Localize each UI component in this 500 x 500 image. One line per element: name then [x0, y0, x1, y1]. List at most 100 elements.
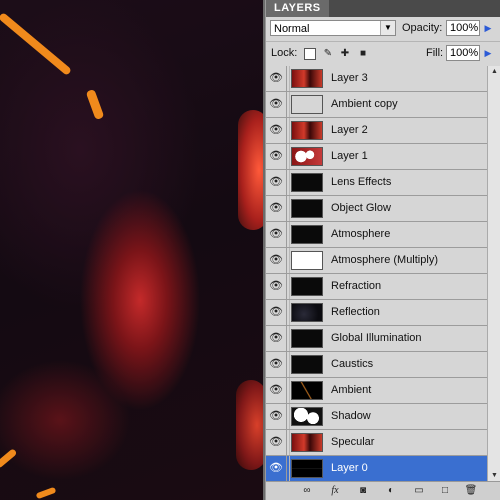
layer-row[interactable]: 👁 Ambient copy — [266, 92, 500, 118]
layer-name: Layer 0 — [331, 462, 368, 474]
layer-link-cell[interactable] — [286, 170, 290, 195]
layer-link-cell[interactable] — [286, 326, 290, 351]
layer-mask-icon[interactable]: ◙ — [356, 484, 370, 498]
lock-all-icon[interactable]: ■ — [357, 48, 369, 60]
layer-row[interactable]: 👁 Layer 1 — [266, 144, 500, 170]
eye-icon[interactable]: 👁 — [266, 222, 287, 247]
lock-label: Lock: — [271, 47, 298, 59]
eye-icon[interactable]: 👁 — [266, 170, 287, 195]
document-canvas[interactable] — [0, 0, 263, 500]
layer-thumbnail — [291, 199, 323, 218]
layer-link-cell[interactable] — [286, 430, 290, 455]
layer-row[interactable]: 👁 Caustics — [266, 352, 500, 378]
layer-row[interactable]: 👁 Atmosphere (Multiply) — [266, 248, 500, 274]
layer-thumbnail — [291, 433, 323, 452]
new-group-icon[interactable]: ▭ — [412, 484, 426, 498]
layer-row[interactable]: 👁 Specular — [266, 430, 500, 456]
eye-icon[interactable]: 👁 — [266, 144, 287, 169]
lock-transparent-pixels-icon[interactable] — [304, 48, 316, 60]
layer-name: Ambient — [331, 384, 372, 396]
layer-thumbnail — [291, 355, 323, 374]
layer-thumbnail — [291, 459, 323, 478]
layer-link-cell[interactable] — [286, 144, 290, 169]
layer-thumbnail — [291, 173, 323, 192]
lock-image-pixels-icon[interactable]: ✎ — [322, 48, 334, 60]
layer-thumbnail — [291, 381, 323, 400]
layer-link-cell[interactable] — [286, 248, 290, 273]
layer-row[interactable]: 👁 Global Illumination — [266, 326, 500, 352]
layer-name: Layer 3 — [331, 72, 368, 84]
layer-link-cell[interactable] — [286, 222, 290, 247]
tab-layers[interactable]: LAYERS — [266, 0, 329, 17]
adjustment-layer-icon[interactable]: ◐ — [384, 484, 398, 498]
layer-link-cell[interactable] — [286, 404, 290, 429]
layer-thumbnail — [291, 251, 323, 270]
layer-row[interactable]: 👁 Object Glow — [266, 196, 500, 222]
eye-icon[interactable]: 👁 — [266, 300, 287, 325]
eye-icon[interactable]: 👁 — [266, 326, 287, 351]
layer-name: Ambient copy — [331, 98, 398, 110]
eye-icon[interactable]: 👁 — [266, 66, 287, 91]
layer-link-cell[interactable] — [286, 66, 290, 91]
layer-name: Reflection — [331, 306, 380, 318]
layers-panel: LAYERS Normal ▼ Opacity: 100% ▶ Lock: ✎ … — [265, 0, 500, 500]
layer-link-cell[interactable] — [286, 352, 290, 377]
layer-name: Object Glow — [331, 202, 391, 214]
eye-icon[interactable]: 👁 — [266, 352, 287, 377]
fill-input[interactable]: 100% — [446, 45, 480, 61]
layer-link-cell[interactable] — [286, 456, 290, 481]
layer-style-icon[interactable]: fx — [328, 484, 342, 498]
lock-position-icon[interactable]: ✚ — [339, 48, 351, 60]
layer-row[interactable]: 👁 Reflection — [266, 300, 500, 326]
red-glow-orb — [236, 380, 263, 470]
layer-list-scrollbar[interactable]: ▲ ▼ — [487, 66, 500, 482]
opacity-label: Opacity: — [402, 22, 443, 34]
layer-row[interactable]: 👁 Ambient — [266, 378, 500, 404]
opacity-slider-arrow-icon[interactable]: ▶ — [482, 20, 494, 36]
layer-link-cell[interactable] — [286, 378, 290, 403]
eye-icon[interactable]: 👁 — [266, 248, 287, 273]
chevron-down-icon: ▼ — [380, 21, 395, 35]
eye-icon[interactable]: 👁 — [266, 196, 287, 221]
blend-mode-value: Normal — [274, 23, 310, 35]
layer-row[interactable]: 👁 Lens Effects — [266, 170, 500, 196]
red-glow-orb — [238, 110, 263, 230]
layer-name: Atmosphere (Multiply) — [331, 254, 438, 266]
fill-slider-arrow-icon[interactable]: ▶ — [482, 45, 494, 61]
layer-name: Atmosphere — [331, 228, 391, 240]
eye-icon[interactable]: 👁 — [266, 430, 287, 455]
layer-link-cell[interactable] — [286, 92, 290, 117]
layer-row[interactable]: 👁 Layer 0 — [266, 456, 500, 482]
layer-link-cell[interactable] — [286, 274, 290, 299]
blend-mode-select[interactable]: Normal ▼ — [270, 20, 396, 36]
orange-streak — [0, 448, 18, 469]
delete-layer-icon[interactable]: 🗑 — [464, 484, 478, 498]
eye-icon[interactable]: 👁 — [266, 118, 287, 143]
layer-link-cell[interactable] — [286, 300, 290, 325]
eye-icon[interactable]: 👁 — [266, 378, 287, 403]
layer-row[interactable]: 👁 Atmosphere — [266, 222, 500, 248]
scroll-up-icon[interactable]: ▲ — [488, 66, 500, 78]
new-layer-icon[interactable]: □ — [438, 484, 452, 498]
eye-icon[interactable]: 👁 — [266, 404, 287, 429]
opacity-input[interactable]: 100% — [446, 20, 480, 36]
layer-row[interactable]: 👁 Layer 2 — [266, 118, 500, 144]
eye-icon[interactable]: 👁 — [266, 274, 287, 299]
layer-name: Layer 1 — [331, 150, 368, 162]
layer-thumbnail — [291, 329, 323, 348]
eye-icon[interactable]: 👁 — [266, 92, 287, 117]
layer-thumbnail — [291, 147, 323, 166]
layer-link-cell[interactable] — [286, 196, 290, 221]
layer-row[interactable]: 👁 Refraction — [266, 274, 500, 300]
layer-row[interactable]: 👁 Shadow — [266, 404, 500, 430]
panel-footer-toolbar: ∞ fx ◙ ◐ ▭ □ 🗑 — [266, 481, 500, 500]
fill-label: Fill: — [426, 47, 444, 59]
layer-row[interactable]: 👁 Layer 3 — [266, 66, 500, 92]
eye-icon[interactable]: 👁 — [266, 456, 287, 481]
orange-streak — [85, 88, 105, 121]
layer-link-cell[interactable] — [286, 118, 290, 143]
panel-tab-bar: LAYERS — [266, 0, 500, 17]
link-layers-icon[interactable]: ∞ — [300, 484, 314, 498]
layer-thumbnail — [291, 95, 323, 114]
layer-name: Global Illumination — [331, 332, 422, 344]
